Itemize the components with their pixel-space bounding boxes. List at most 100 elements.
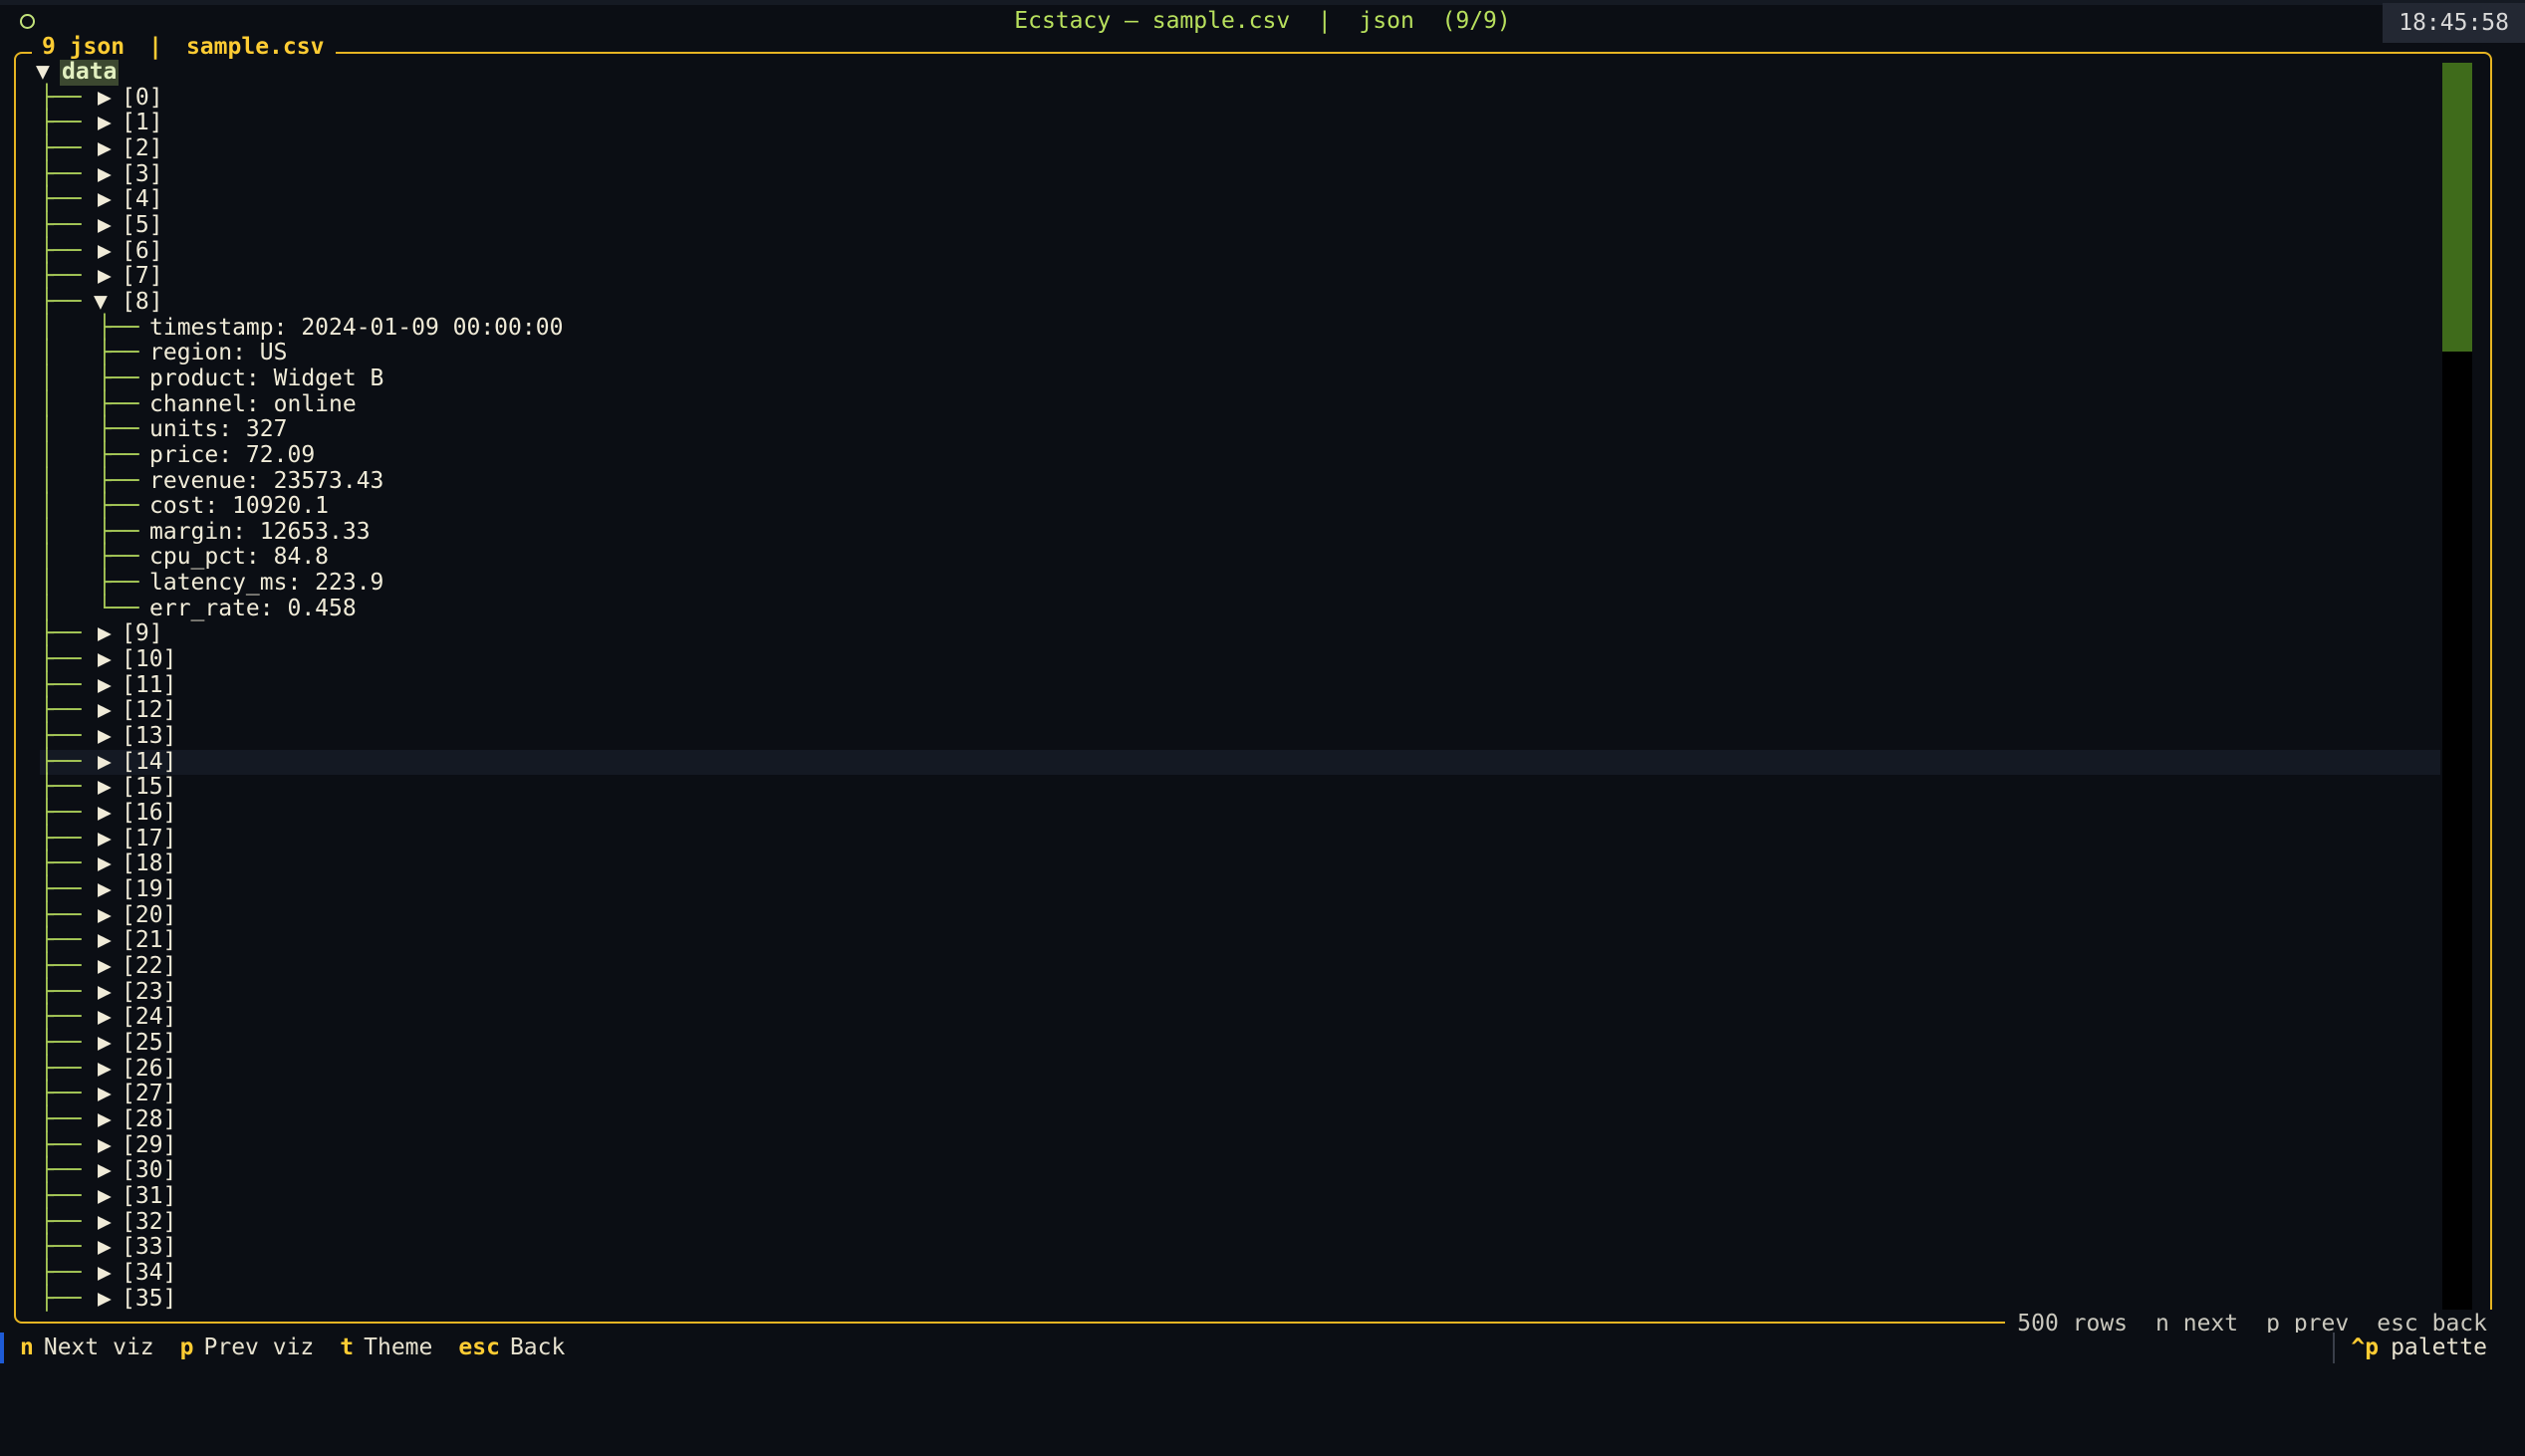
tree-node-label[interactable]: [24] (122, 1005, 176, 1031)
tree-node-row[interactable]: ├── ▶ [20] (40, 902, 2440, 929)
tree-node-row[interactable]: ├── ▶ [27] (40, 1082, 2440, 1107)
tree-node-label[interactable]: [34] (122, 1260, 176, 1287)
tree-leaf-row[interactable]: │ ├── cpu_pct: 84.8 (40, 545, 2440, 571)
expand-arrow-icon[interactable]: ▶ (98, 1030, 112, 1057)
keybinding-theme[interactable]: t Theme (340, 1333, 432, 1363)
tree-node-row[interactable]: ├── ▶ [17] (40, 826, 2440, 852)
tree-node-row-expanded[interactable]: ├── ▼ [8] (40, 289, 2440, 316)
expand-arrow-icon[interactable]: ▶ (98, 775, 112, 801)
tree-node-row[interactable]: ├── ▶ [35] (40, 1286, 2440, 1313)
tree-field[interactable]: revenue: 23573.43 (149, 468, 383, 495)
tree-node-row[interactable]: ├── ▶ [10] (40, 646, 2440, 673)
tree-leaf-row[interactable]: │ ├── units: 327 (40, 417, 2440, 443)
tree-node-row[interactable]: ├── ▶ [4] (40, 187, 2440, 213)
expand-arrow-icon[interactable]: ▶ (98, 1235, 112, 1261)
tree-node-label[interactable]: [0] (122, 85, 163, 112)
collapse-arrow-icon[interactable]: ▼ (36, 59, 50, 86)
tree-node-row[interactable]: ├── ▶ [34] (40, 1260, 2440, 1287)
expand-arrow-icon[interactable]: ▶ (98, 621, 112, 647)
tree-node-row[interactable]: ├── ▶ [6] (40, 238, 2440, 265)
tree-node-row[interactable]: ├── ▶ [18] (40, 851, 2440, 877)
tree-node-row[interactable]: ├── ▶ [7] (40, 264, 2440, 290)
tree-leaf-row[interactable]: │ ├── revenue: 23573.43 (40, 468, 2440, 495)
tree-node-label[interactable]: [20] (122, 902, 176, 929)
expand-arrow-icon[interactable]: ▶ (98, 902, 112, 929)
tree-node-label[interactable]: [3] (122, 161, 163, 188)
tree-node-row[interactable]: ├── ▶ [19] (40, 876, 2440, 903)
expand-arrow-icon[interactable]: ▶ (98, 1005, 112, 1031)
tree-node-row[interactable]: ├── ▶ [28] (40, 1106, 2440, 1133)
tree-leaf-row[interactable]: │ ├── cost: 10920.1 (40, 493, 2440, 520)
tree-node-label[interactable]: [7] (122, 264, 163, 290)
tree-leaf-row[interactable]: │ └── err_rate: 0.458 (40, 596, 2440, 622)
tree-leaf-row[interactable]: │ ├── timestamp: 2024-01-09 00:00:00 (40, 315, 2440, 342)
tree-node-label[interactable]: [32] (122, 1209, 176, 1236)
tree-node-label[interactable]: [31] (122, 1183, 176, 1210)
tree-node-row[interactable]: ├── ▶ [9] (40, 621, 2440, 647)
tree-node-label[interactable]: [22] (122, 953, 176, 980)
tree-node-row[interactable]: ├── ▶ [2] (40, 135, 2440, 162)
tree-node-label[interactable]: [10] (122, 646, 176, 673)
tree-node-row[interactable]: ├── ▶ [25] (40, 1030, 2440, 1057)
tree-field[interactable]: err_rate: 0.458 (149, 596, 357, 622)
tree-node-row[interactable]: ├── ▶ [30] (40, 1158, 2440, 1184)
tree-node-row[interactable]: ├── ▶ [3] (40, 161, 2440, 188)
collapse-arrow-icon[interactable]: ▼ (94, 289, 108, 316)
tree-node-row[interactable]: ├── ▶ [11] (40, 672, 2440, 699)
tree-node-label[interactable]: [2] (122, 135, 163, 162)
tree-node-label[interactable]: [14] (122, 749, 176, 776)
expand-arrow-icon[interactable]: ▶ (98, 264, 112, 290)
tree-node-row[interactable]: ├── ▶ [32] (40, 1209, 2440, 1236)
tree-field[interactable]: latency_ms: 223.9 (149, 570, 383, 597)
tree-leaf-row[interactable]: │ ├── region: US (40, 341, 2440, 366)
tree-field[interactable]: cpu_pct: 84.8 (149, 545, 329, 571)
tree-node-label[interactable]: [21] (122, 928, 176, 954)
expand-arrow-icon[interactable]: ▶ (98, 1183, 112, 1210)
expand-arrow-icon[interactable]: ▶ (98, 928, 112, 954)
expand-arrow-icon[interactable]: ▶ (98, 1082, 112, 1107)
expand-arrow-icon[interactable]: ▶ (98, 1158, 112, 1184)
expand-arrow-icon[interactable]: ▶ (98, 1056, 112, 1083)
tree-node-label[interactable]: [8] (122, 289, 163, 316)
tree-root-label[interactable]: data (60, 59, 120, 86)
expand-arrow-icon[interactable]: ▶ (98, 161, 112, 188)
tree-node-row[interactable]: ├── ▶ [13] (40, 723, 2440, 750)
tree-node-label[interactable]: [35] (122, 1286, 176, 1313)
tree-node-label[interactable]: [13] (122, 723, 176, 750)
expand-arrow-icon[interactable]: ▶ (98, 723, 112, 750)
palette-button[interactable]: ^p palette (2333, 1333, 2525, 1363)
tree-leaf-row[interactable]: │ ├── channel: online (40, 391, 2440, 418)
tree-node-row[interactable]: ├── ▶ [12] (40, 698, 2440, 724)
expand-arrow-icon[interactable]: ▶ (98, 85, 112, 112)
tree-node-label[interactable]: [29] (122, 1132, 176, 1159)
expand-arrow-icon[interactable]: ▶ (98, 187, 112, 213)
tree-node-label[interactable]: [1] (122, 111, 163, 136)
tree-root-row[interactable]: ▼ data (36, 59, 2440, 86)
tree-leaf-row[interactable]: │ ├── product: Widget B (40, 365, 2440, 392)
tree-node-row[interactable]: ├── ▶ [1] (40, 111, 2440, 136)
tree-node-label[interactable]: [5] (122, 212, 163, 239)
tree-leaf-row[interactable]: │ ├── latency_ms: 223.9 (40, 570, 2440, 597)
expand-arrow-icon[interactable]: ▶ (98, 1260, 112, 1287)
tree-node-label[interactable]: [26] (122, 1056, 176, 1083)
tree-field[interactable]: units: 327 (149, 417, 287, 443)
tree-node-label[interactable]: [25] (122, 1030, 176, 1057)
tree-node-label[interactable]: [12] (122, 698, 176, 724)
tree-node-row[interactable]: ├── ▶ [31] (40, 1183, 2440, 1210)
tree-node-row[interactable]: ├── ▶ [16] (40, 800, 2440, 827)
tree-field[interactable]: cost: 10920.1 (149, 493, 329, 520)
expand-arrow-icon[interactable]: ▶ (98, 646, 112, 673)
tree-node-label[interactable]: [33] (122, 1235, 176, 1261)
expand-arrow-icon[interactable]: ▶ (98, 698, 112, 724)
tree-field[interactable]: product: Widget B (149, 365, 383, 392)
tree-node-label[interactable]: [4] (122, 187, 163, 213)
tree-node-row[interactable]: ├── ▶ [26] (40, 1056, 2440, 1083)
tree-leaf-row[interactable]: │ ├── margin: 12653.33 (40, 519, 2440, 546)
tree-node-label[interactable]: [30] (122, 1158, 176, 1184)
tree-node-row[interactable]: ├── ▶ [5] (40, 212, 2440, 239)
tree-field[interactable]: region: US (149, 341, 287, 366)
tree-node-row[interactable]: ├── ▶ [0] (40, 85, 2440, 112)
expand-arrow-icon[interactable]: ▶ (98, 212, 112, 239)
tree-node-label[interactable]: [19] (122, 876, 176, 903)
tree-node-row[interactable]: ├── ▶ [21] (40, 928, 2440, 954)
